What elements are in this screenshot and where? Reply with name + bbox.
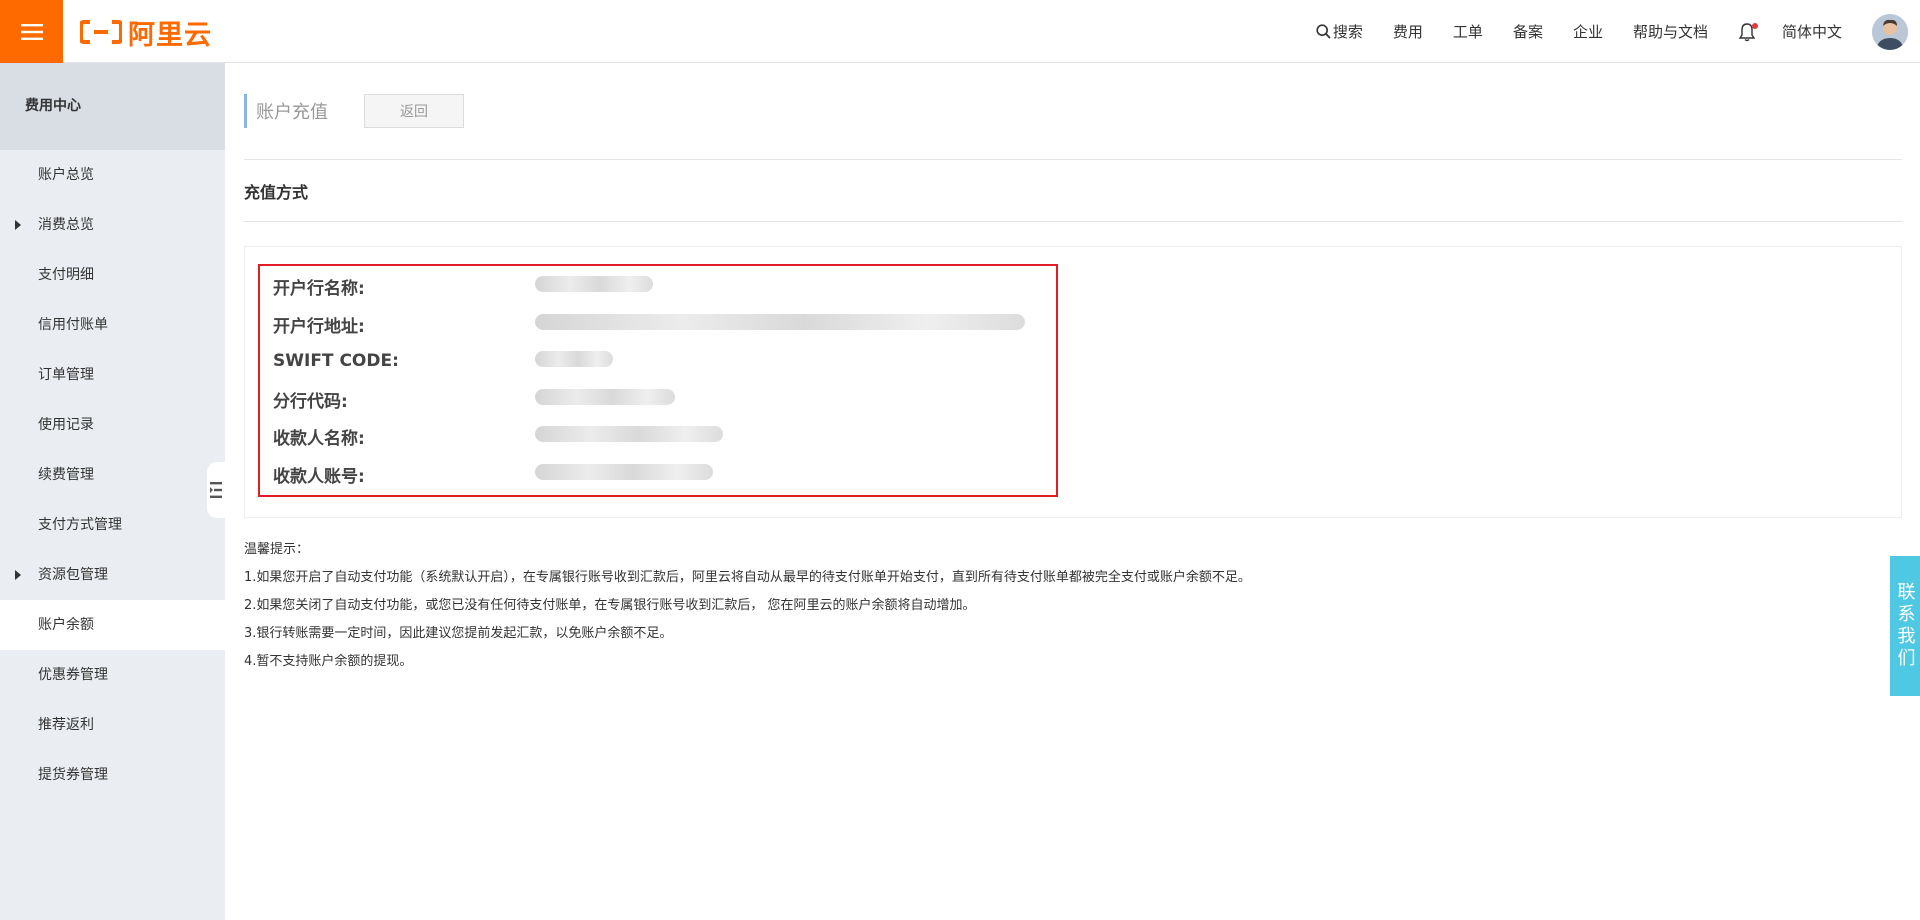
sidebar-item-label: 账户总览 <box>38 167 94 183</box>
menu-button[interactable] <box>0 0 63 63</box>
collapse-menu-icon <box>210 482 222 498</box>
logo[interactable]: 阿里云 <box>80 14 212 51</box>
sidebar-item-payment-details[interactable]: 支付明细 <box>0 250 225 300</box>
back-button[interactable]: 返回 <box>364 94 464 128</box>
search-icon <box>1316 24 1331 39</box>
sidebar: 费用中心 账户总览 消费总览 支付明细 信用付账单 订单管理 使用记录 续费管理… <box>0 63 225 920</box>
sidebar-item-label: 续费管理 <box>38 467 94 483</box>
info-row-payee-account: 收款人账号: <box>273 462 713 487</box>
sidebar-item-referral-rebate[interactable]: 推荐返利 <box>0 700 225 750</box>
payee-account-label: 收款人账号: <box>273 466 365 487</box>
payee-name-label: 收款人名称: <box>273 428 365 449</box>
sidebar-item-coupons[interactable]: 优惠券管理 <box>0 650 225 700</box>
tips-line: 3.银行转账需要一定时间，因此建议您提前发起汇款，以免账户余额不足。 <box>244 626 673 641</box>
notification-button[interactable] <box>1738 22 1758 42</box>
info-row-bank-address: 开户行地址: <box>273 312 1025 337</box>
sidebar-item-orders[interactable]: 订单管理 <box>0 350 225 400</box>
nav-search[interactable]: 搜索 <box>1316 21 1363 42</box>
page-title: 账户充值 <box>256 102 328 123</box>
sidebar-item-account-balance[interactable]: 账户余额 <box>0 600 225 650</box>
hamburger-icon <box>20 23 43 40</box>
sidebar-item-consumption-overview[interactable]: 消费总览 <box>0 200 225 250</box>
logo-text: 阿里云 <box>128 19 212 51</box>
caret-right-icon <box>15 220 21 230</box>
top-bar: 阿里云 搜索 费用 工单 备案 企业 帮助与文档 简体中文 <box>0 0 1920 63</box>
tips-line: 1.如果您开启了自动支付功能（系统默认开启），在专属银行账号收到汇款后，阿里云将… <box>244 570 1251 585</box>
bank-address-label: 开户行地址: <box>273 316 365 337</box>
sidebar-item-label: 订单管理 <box>38 367 94 383</box>
contact-us-label: 联系我们 <box>1894 582 1916 670</box>
bank-address-value-redacted <box>535 314 1025 334</box>
divider <box>244 221 1902 222</box>
aliyun-logo-icon <box>80 20 122 44</box>
nav-billing[interactable]: 费用 <box>1393 21 1423 42</box>
sidebar-item-usage-records[interactable]: 使用记录 <box>0 400 225 450</box>
sidebar-item-label: 账户余额 <box>38 617 94 633</box>
sidebar-item-label: 优惠券管理 <box>38 667 108 683</box>
sidebar-title: 费用中心 <box>0 63 225 150</box>
user-avatar-icon <box>1872 13 1908 50</box>
nav-search-label: 搜索 <box>1332 23 1363 41</box>
tips-block: 温馨提示： 1.如果您开启了自动支付功能（系统默认开启），在专属银行账号收到汇款… <box>244 536 1251 676</box>
avatar[interactable] <box>1872 13 1908 50</box>
sidebar-item-label: 支付明细 <box>38 267 94 283</box>
top-nav: 搜索 费用 工单 备案 企业 帮助与文档 简体中文 <box>1316 0 1920 63</box>
info-row-swift-code: SWIFT CODE: <box>273 349 613 373</box>
nav-language[interactable]: 简体中文 <box>1782 21 1842 42</box>
nav-help[interactable]: 帮助与文档 <box>1633 21 1708 42</box>
divider <box>244 159 1902 160</box>
swift-code-value-redacted <box>535 351 613 371</box>
highlight-box: 开户行名称: 开户行地址: SWIFT CODE: 分行代码: 收款人名称: 收… <box>258 264 1058 497</box>
info-row-bank-name: 开户行名称: <box>273 274 653 299</box>
contact-us-tab[interactable]: 联系我们 <box>1890 556 1920 696</box>
notification-dot <box>1751 22 1758 29</box>
sidebar-item-vouchers[interactable]: 提货券管理 <box>0 750 225 800</box>
tips-line: 2.如果您关闭了自动支付功能，或您已没有任何待支付账单，在专属银行账号收到汇款后… <box>244 598 976 613</box>
sidebar-item-label: 支付方式管理 <box>38 517 122 533</box>
title-accent-bar <box>244 94 247 128</box>
nav-filing[interactable]: 备案 <box>1513 21 1543 42</box>
payee-name-value-redacted <box>535 426 723 446</box>
nav-enterprise[interactable]: 企业 <box>1573 21 1603 42</box>
sidebar-item-label: 信用付账单 <box>38 317 108 333</box>
sidebar-item-payment-methods[interactable]: 支付方式管理 <box>0 500 225 550</box>
branch-code-value-redacted <box>535 389 675 409</box>
nav-ticket[interactable]: 工单 <box>1453 21 1483 42</box>
branch-code-label: 分行代码: <box>273 391 348 412</box>
info-row-payee-name: 收款人名称: <box>273 424 723 449</box>
sidebar-item-resource-packages[interactable]: 资源包管理 <box>0 550 225 600</box>
sidebar-item-account-overview[interactable]: 账户总览 <box>0 150 225 200</box>
sidebar-item-label: 使用记录 <box>38 417 94 433</box>
tips-title: 温馨提示： <box>244 542 310 557</box>
payee-account-value-redacted <box>535 464 713 484</box>
sidebar-item-label: 资源包管理 <box>38 567 108 583</box>
bank-name-value-redacted <box>535 276 653 296</box>
sidebar-collapse-handle[interactable] <box>207 462 225 518</box>
section-title: 充值方式 <box>244 183 309 202</box>
sidebar-item-label: 提货券管理 <box>38 767 108 783</box>
title-row: 账户充值 返回 <box>244 93 464 129</box>
sidebar-item-label: 消费总览 <box>38 217 94 233</box>
caret-right-icon <box>15 570 21 580</box>
swift-code-label: SWIFT CODE: <box>273 351 399 371</box>
bank-name-label: 开户行名称: <box>273 278 365 299</box>
bank-info-panel: 开户行名称: 开户行地址: SWIFT CODE: 分行代码: 收款人名称: 收… <box>244 246 1902 518</box>
info-row-branch-code: 分行代码: <box>273 387 675 412</box>
sidebar-item-label: 推荐返利 <box>38 717 94 733</box>
sidebar-item-renewal[interactable]: 续费管理 <box>0 450 225 500</box>
sidebar-item-credit-bills[interactable]: 信用付账单 <box>0 300 225 350</box>
tips-line: 4.暂不支持账户余额的提现。 <box>244 654 413 669</box>
